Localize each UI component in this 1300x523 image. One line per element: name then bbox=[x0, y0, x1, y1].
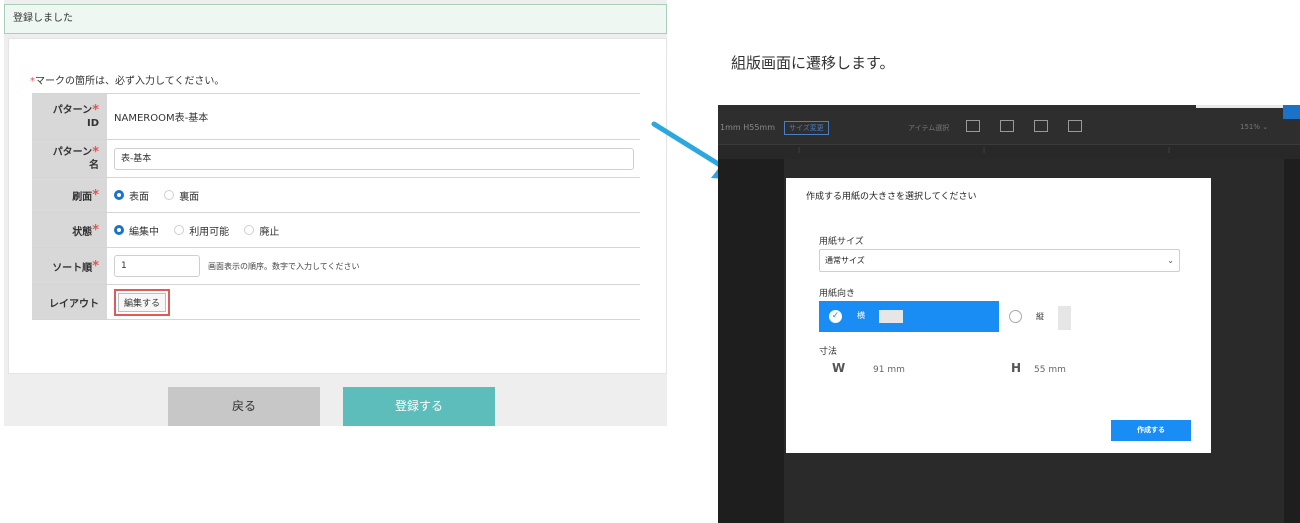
row-pattern-id: パターン* ID NAMEROOM表-基本 bbox=[32, 93, 640, 140]
success-message: 登録しました bbox=[4, 4, 667, 34]
image-tool-icon[interactable] bbox=[1000, 120, 1014, 132]
back-button[interactable]: 戻る bbox=[168, 387, 320, 426]
editor-corner-button[interactable] bbox=[1283, 105, 1300, 119]
row-layout: レイアウト 編集する bbox=[32, 284, 640, 320]
label-print-side: 刷面* bbox=[32, 177, 107, 213]
required-note: *マークの箇所は、必ず入力してください。 bbox=[30, 72, 224, 87]
label-state: 状態* bbox=[32, 212, 107, 248]
shape-tool-icon[interactable] bbox=[1034, 120, 1048, 132]
pattern-name-input[interactable]: 表-基本 bbox=[114, 147, 634, 170]
check-icon: ✓ bbox=[829, 310, 842, 323]
row-sort-order: ソート順* 1 画面表示の順序。数字で入力してください bbox=[32, 247, 640, 285]
radio-back[interactable] bbox=[164, 190, 175, 200]
paper-size-label: 用紙サイズ bbox=[819, 237, 864, 247]
edit-button-highlight: 編集する bbox=[114, 288, 171, 316]
sort-order-input[interactable]: 1 bbox=[114, 255, 200, 277]
layer-tool-icon[interactable] bbox=[1068, 120, 1082, 132]
item-select-label[interactable]: アイテム選択 bbox=[908, 123, 949, 133]
height-value: 55 mm bbox=[1034, 365, 1066, 375]
dimensions-label: 寸法 bbox=[819, 347, 838, 357]
radio-editing-label: 編集中 bbox=[129, 226, 159, 238]
register-button[interactable]: 登録する bbox=[343, 387, 495, 426]
editor-ruler: | | | bbox=[718, 145, 1300, 159]
sort-order-hint: 画面表示の順序。数字で入力してください bbox=[208, 261, 360, 271]
pattern-form-table: パターン* ID NAMEROOM表-基本 パターン* 名 表-基本 刷面* 表面 … bbox=[32, 93, 640, 320]
label-layout: レイアウト bbox=[32, 284, 107, 320]
paper-size-value: 通常サイズ bbox=[825, 256, 865, 265]
required-note-text: マークの箇所は、必ず入力してください。 bbox=[35, 76, 225, 87]
height-label: H bbox=[1011, 361, 1022, 375]
row-state: 状態* 編集中 利用可能 廃止 bbox=[32, 212, 640, 248]
radio-front-label: 表面 bbox=[129, 191, 149, 203]
create-button[interactable]: 作成する bbox=[1111, 420, 1191, 441]
radio-editing[interactable] bbox=[114, 225, 124, 235]
row-pattern-name: パターン* 名 表-基本 bbox=[32, 139, 640, 178]
label-pattern-name: パターン* 名 bbox=[32, 139, 107, 178]
size-change-button[interactable]: サイズ変更 bbox=[784, 121, 829, 135]
orientation-label: 用紙向き bbox=[819, 289, 856, 299]
radio-abolished[interactable] bbox=[244, 225, 255, 235]
landscape-label: 横 bbox=[857, 311, 865, 320]
pattern-id-value: NAMEROOM表-基本 bbox=[114, 113, 209, 124]
text-tool-icon[interactable] bbox=[966, 120, 980, 132]
radio-available-label: 利用可能 bbox=[189, 226, 230, 238]
radio-back-label: 裏面 bbox=[179, 191, 200, 203]
transition-caption: 組版画面に遷移します。 bbox=[731, 54, 895, 72]
edit-layout-button[interactable]: 編集する bbox=[118, 292, 167, 312]
modal-title: 作成する用紙の大きさを選択してください bbox=[806, 192, 977, 202]
label-sort-order: ソート順* bbox=[32, 247, 107, 285]
width-value: 91 mm bbox=[873, 365, 905, 375]
label-pattern-id: パターン* ID bbox=[32, 93, 107, 140]
orientation-landscape-option[interactable]: ✓ 横 bbox=[819, 301, 999, 332]
editor-toolbar: 1mm H55mm サイズ変更 アイテム選択 151% ⌄ bbox=[718, 105, 1300, 145]
radio-front[interactable] bbox=[114, 190, 124, 200]
chevron-down-icon: ⌄ bbox=[1167, 256, 1174, 265]
radio-available[interactable] bbox=[174, 225, 185, 235]
orientation-portrait-option[interactable]: 縦 bbox=[999, 301, 1179, 332]
radio-circle-icon bbox=[1009, 310, 1022, 323]
row-print-side: 刷面* 表面 裏面 bbox=[32, 177, 640, 213]
zoom-select[interactable]: 151% ⌄ bbox=[1240, 123, 1268, 131]
landscape-thumbnail bbox=[879, 310, 903, 323]
editor-size-text: 1mm H55mm bbox=[720, 123, 775, 132]
paper-size-modal: 作成する用紙の大きさを選択してください 用紙サイズ 通常サイズ ⌄ 用紙向き ✓… bbox=[786, 178, 1211, 453]
width-label: W bbox=[832, 361, 846, 375]
portrait-thumbnail bbox=[1058, 306, 1071, 330]
radio-abolished-label: 廃止 bbox=[259, 226, 280, 238]
paper-size-select[interactable]: 通常サイズ ⌄ bbox=[819, 249, 1180, 272]
portrait-label: 縦 bbox=[1036, 312, 1044, 321]
